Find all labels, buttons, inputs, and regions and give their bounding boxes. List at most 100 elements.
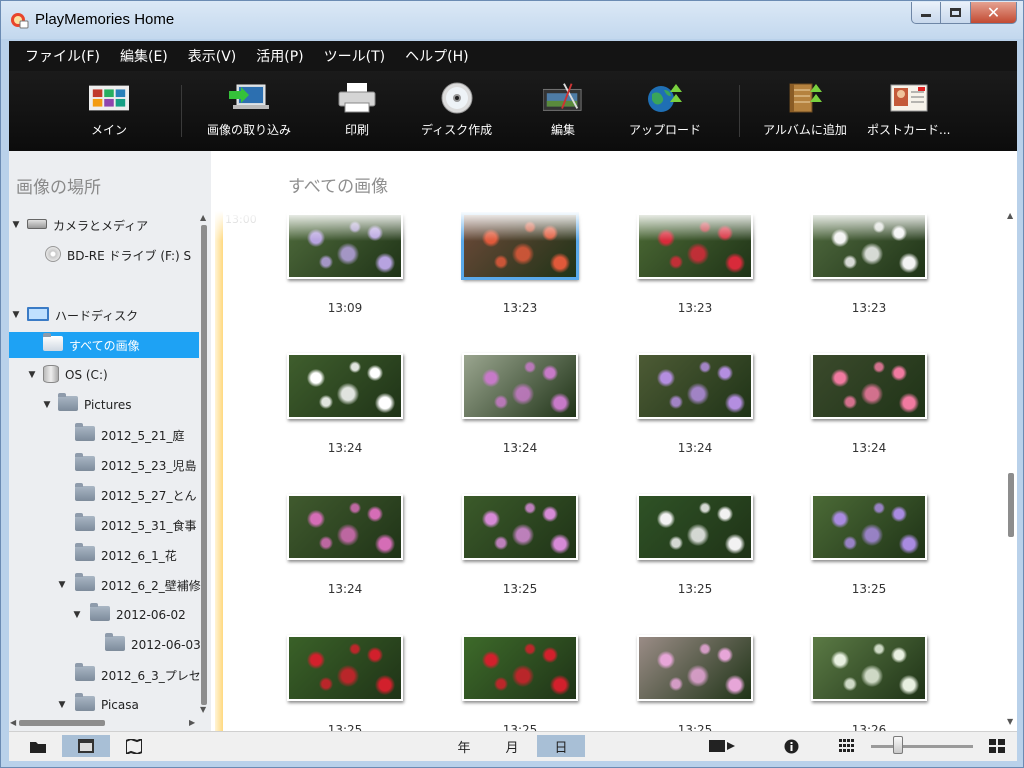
tree-item-os-c[interactable]: ▼ OS (C:): [27, 362, 211, 388]
month-button[interactable]: 月: [497, 735, 527, 757]
photo-image[interactable]: [811, 635, 927, 701]
collapse-triangle-icon[interactable]: ▼: [42, 400, 52, 410]
photo-image[interactable]: [811, 213, 927, 279]
photo-thumbnail[interactable]: 13:25: [462, 635, 578, 731]
photo-image[interactable]: [462, 353, 578, 419]
tree-item-all-images[interactable]: すべての画像: [9, 332, 199, 358]
menu-file[interactable]: ファイル(F): [15, 46, 110, 66]
folder-view-button[interactable]: [25, 735, 51, 757]
slideshow-button[interactable]: [707, 735, 737, 757]
flower-shape: [550, 675, 570, 695]
photo-image[interactable]: [462, 213, 578, 279]
photo-image[interactable]: [637, 635, 753, 701]
scroll-down-icon[interactable]: ▼: [1007, 717, 1013, 726]
photo-image[interactable]: [287, 353, 403, 419]
tree-item-folder[interactable]: 2012_5_21_庭: [75, 422, 211, 448]
tree-item-folder[interactable]: ▼ 2012-06-02: [72, 602, 211, 628]
photo-image[interactable]: [462, 635, 578, 701]
photo-thumbnail[interactable]: 13:24: [287, 353, 403, 455]
small-thumbnails-button[interactable]: [835, 735, 859, 757]
tree-item-folder[interactable]: 2012_5_31_食事: [75, 512, 211, 538]
tree-item-bd-drive[interactable]: BD-RE ドライブ (F:) S: [45, 242, 211, 268]
collapse-triangle-icon[interactable]: ▼: [72, 610, 82, 620]
scroll-up-icon[interactable]: ▲: [200, 213, 206, 222]
photo-image[interactable]: [287, 494, 403, 560]
disc-create-button[interactable]: ディスク作成: [421, 81, 492, 138]
map-view-button[interactable]: [121, 735, 147, 757]
menu-help[interactable]: ヘルプ(H): [395, 46, 478, 66]
tree-item-hard-disk[interactable]: ▼ ハードディスク: [11, 302, 201, 328]
collapse-triangle-icon[interactable]: ▼: [27, 370, 37, 380]
upload-button[interactable]: アップロード: [629, 81, 701, 138]
photo-image[interactable]: [811, 494, 927, 560]
day-button[interactable]: 日: [537, 735, 585, 757]
photo-thumbnail[interactable]: 13:26: [811, 635, 927, 731]
scroll-up-icon[interactable]: ▲: [1007, 211, 1013, 220]
main-button[interactable]: メイン: [89, 81, 129, 138]
collapse-triangle-icon[interactable]: ▼: [57, 580, 67, 590]
photo-image[interactable]: [287, 213, 403, 279]
sidebar-horizontal-scrollbar[interactable]: ◀ ▶: [9, 717, 199, 729]
close-button[interactable]: ✕: [971, 2, 1017, 24]
tree-item-camera-media[interactable]: ▼ カメラとメディア: [11, 212, 201, 238]
info-button[interactable]: [779, 735, 803, 757]
collapse-triangle-icon[interactable]: ▼: [57, 700, 67, 710]
collapse-triangle-icon[interactable]: ▼: [11, 220, 21, 230]
photo-thumbnail[interactable]: 13:23: [811, 213, 927, 315]
menu-utilize[interactable]: 活用(P): [246, 46, 313, 66]
menu-view[interactable]: 表示(V): [178, 46, 247, 66]
menu-tools[interactable]: ツール(T): [314, 46, 395, 66]
photo-thumbnail[interactable]: 13:24: [462, 353, 578, 455]
postcard-button[interactable]: ポストカード...: [867, 81, 950, 138]
tree-item-pictures[interactable]: ▼ Pictures: [42, 392, 211, 418]
photo-thumbnail[interactable]: 13:24: [287, 494, 403, 596]
photo-thumbnail[interactable]: 13:25: [462, 494, 578, 596]
tree-item-folder[interactable]: 2012-06-03: [105, 632, 211, 658]
tree-item-picasa[interactable]: ▼ Picasa: [57, 692, 211, 718]
photo-thumbnail[interactable]: 13:23: [462, 213, 578, 315]
photo-image[interactable]: [637, 494, 753, 560]
photo-thumbnail[interactable]: 13:25: [637, 635, 753, 731]
tree-item-folder[interactable]: 2012_6_3_プレセ: [75, 662, 211, 688]
menu-edit[interactable]: 編集(E): [110, 46, 178, 66]
photo-thumbnail[interactable]: 13:24: [811, 353, 927, 455]
tree-item-folder[interactable]: 2012_5_27_とん: [75, 482, 211, 508]
collapse-triangle-icon[interactable]: ▼: [11, 310, 21, 320]
photo-thumbnail[interactable]: 13:09: [287, 213, 403, 315]
main-vertical-scrollbar[interactable]: ▲ ▼: [1005, 211, 1017, 731]
calendar-view-button[interactable]: [62, 735, 110, 757]
tree-item-folder[interactable]: 2012_5_23_児島: [75, 452, 211, 478]
add-to-album-button[interactable]: アルバムに追加: [763, 81, 847, 138]
tree-item-folder[interactable]: 2012_6_1_花: [75, 542, 211, 568]
scroll-left-icon[interactable]: ◀: [10, 718, 16, 727]
disc-icon: [45, 245, 61, 262]
photo-image[interactable]: [462, 494, 578, 560]
photo-thumbnail[interactable]: 13:25: [287, 635, 403, 731]
maximize-button[interactable]: [941, 2, 971, 24]
year-button[interactable]: 年: [449, 735, 479, 757]
print-button[interactable]: 印刷: [337, 81, 377, 138]
scroll-down-icon[interactable]: ▼: [200, 705, 206, 714]
photo-thumbnail[interactable]: 13:25: [811, 494, 927, 596]
photo-image[interactable]: [637, 213, 753, 279]
minimize-button[interactable]: [911, 2, 941, 24]
sidebar-vertical-scrollbar[interactable]: ▲ ▼: [199, 211, 209, 714]
import-button[interactable]: 画像の取り込み: [207, 81, 291, 138]
flower-shape: [861, 243, 883, 265]
photo-thumbnail[interactable]: 13:25: [637, 494, 753, 596]
photo-image[interactable]: [811, 353, 927, 419]
scrollbar-thumb[interactable]: [201, 225, 207, 705]
photo-image[interactable]: [287, 635, 403, 701]
zoom-slider-handle[interactable]: [893, 736, 903, 754]
zoom-slider-track[interactable]: [871, 745, 973, 748]
tree-item-folder[interactable]: ▼ 2012_6_2_壁補修: [57, 572, 211, 598]
photo-thumbnail[interactable]: 13:24: [637, 353, 753, 455]
edit-button[interactable]: 編集: [543, 81, 583, 138]
large-thumbnails-button[interactable]: [985, 735, 1009, 757]
photo-image[interactable]: [637, 353, 753, 419]
scroll-right-icon[interactable]: ▶: [189, 718, 195, 727]
scrollbar-thumb[interactable]: [1008, 473, 1014, 537]
scrollbar-thumb[interactable]: [19, 720, 105, 726]
photo-thumbnail[interactable]: 13:23: [637, 213, 753, 315]
flower-shape: [861, 665, 883, 687]
